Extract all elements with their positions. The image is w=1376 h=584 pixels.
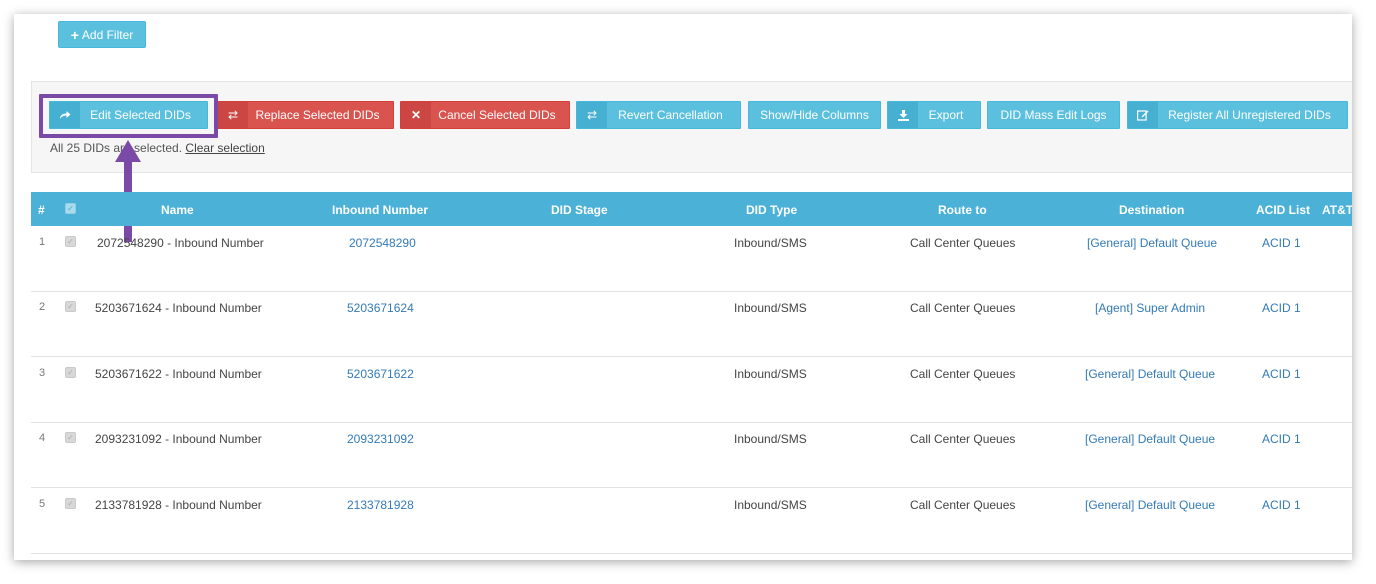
row-name: 5203671624 - Inbound Number <box>95 301 262 315</box>
row-name: 2133781928 - Inbound Number <box>95 498 262 512</box>
table-bottom-divider <box>31 553 1352 554</box>
row-inbound-number-link[interactable]: 5203671624 <box>347 301 414 315</box>
col-header-destination: Destination <box>1119 203 1185 217</box>
row-checkbox[interactable]: ✓ <box>65 301 76 312</box>
row-checkbox[interactable]: ✓ <box>65 432 76 443</box>
app-frame: + Add Filter Edit Selected DIDs ⇄ Replac… <box>14 14 1352 560</box>
retweet-icon: ⇄ <box>577 102 607 128</box>
col-header-inbound-number: Inbound Number <box>332 203 428 217</box>
row-number: 3 <box>39 367 46 379</box>
row-number: 2 <box>39 301 46 313</box>
row-number: 1 <box>39 236 46 248</box>
row-name: 2093231092 - Inbound Number <box>95 432 262 446</box>
add-filter-button[interactable]: + Add Filter <box>58 21 146 48</box>
selection-info: All 25 DIDs are selected. Clear selectio… <box>50 141 265 155</box>
row-acid-link[interactable]: ACID 1 <box>1262 236 1301 250</box>
cancel-selected-dids-label: Cancel Selected DIDs <box>438 108 556 122</box>
row-route-to: Call Center Queues <box>910 498 1016 512</box>
select-all-checkbox[interactable]: ✓ <box>65 203 76 214</box>
plus-icon: + <box>70 26 79 43</box>
table-header: # ✓ Name Inbound Number DID Stage DID Ty… <box>31 192 1352 226</box>
cancel-selected-dids-button[interactable]: ✕ Cancel Selected DIDs <box>400 101 570 129</box>
row-did-type: Inbound/SMS <box>734 498 807 512</box>
col-header-route-to: Route to <box>938 203 987 217</box>
export-label: Export <box>928 108 964 122</box>
download-icon <box>888 102 918 128</box>
col-header-acid-list: ACID List <box>1256 203 1310 217</box>
retweet-icon: ⇄ <box>218 102 248 128</box>
row-did-type: Inbound/SMS <box>734 301 807 315</box>
row-did-type: Inbound/SMS <box>734 432 807 446</box>
table-row[interactable]: 5 ✓ 2133781928 - Inbound Number 21337819… <box>31 488 1352 554</box>
close-icon: ✕ <box>401 102 431 128</box>
row-did-type: Inbound/SMS <box>734 367 807 381</box>
row-destination-link[interactable]: [General] Default Queue <box>1085 498 1215 512</box>
col-header-did-type: DID Type <box>746 203 798 217</box>
register-unregistered-dids-button[interactable]: Register All Unregistered DIDs <box>1127 101 1348 129</box>
col-header-did-stage: DID Stage <box>551 203 608 217</box>
row-checkbox[interactable]: ✓ <box>65 367 76 378</box>
row-inbound-number-link[interactable]: 2072548290 <box>349 236 416 250</box>
show-hide-columns-button[interactable]: Show/Hide Columns <box>748 101 881 129</box>
table-row[interactable]: 3 ✓ 5203671622 - Inbound Number 52036716… <box>31 357 1352 423</box>
row-acid-link[interactable]: ACID 1 <box>1262 432 1301 446</box>
row-inbound-number-link[interactable]: 5203671622 <box>347 367 414 381</box>
row-checkbox[interactable]: ✓ <box>65 236 76 247</box>
table-row[interactable]: 2 ✓ 5203671624 - Inbound Number 52036716… <box>31 291 1352 357</box>
row-number: 5 <box>39 498 46 510</box>
row-destination-link[interactable]: [General] Default Queue <box>1085 432 1215 446</box>
register-unregistered-dids-label: Register All Unregistered DIDs <box>1168 108 1331 122</box>
edit-icon <box>1128 102 1158 128</box>
row-acid-link[interactable]: ACID 1 <box>1262 367 1301 381</box>
row-route-to: Call Center Queues <box>910 432 1016 446</box>
row-destination-link[interactable]: [Agent] Super Admin <box>1095 301 1205 315</box>
row-acid-link[interactable]: ACID 1 <box>1262 498 1301 512</box>
row-checkbox[interactable]: ✓ <box>65 498 76 509</box>
export-button[interactable]: Export <box>887 101 981 129</box>
add-filter-label: Add Filter <box>81 27 134 42</box>
highlight-box <box>39 94 218 138</box>
row-inbound-number-link[interactable]: 2093231092 <box>347 432 414 446</box>
revert-cancellation-button[interactable]: ⇄ Revert Cancellation <box>576 101 741 129</box>
did-mass-edit-logs-label: DID Mass Edit Logs <box>1000 108 1107 122</box>
row-number: 4 <box>39 432 46 444</box>
row-inbound-number-link[interactable]: 2133781928 <box>347 498 414 512</box>
row-route-to: Call Center Queues <box>910 367 1016 381</box>
replace-selected-dids-button[interactable]: ⇄ Replace Selected DIDs <box>217 101 394 129</box>
replace-selected-dids-label: Replace Selected DIDs <box>255 108 380 122</box>
show-hide-columns-label: Show/Hide Columns <box>760 108 869 122</box>
col-header-number: # <box>38 203 45 217</box>
table-row[interactable]: 4 ✓ 2093231092 - Inbound Number 20932310… <box>31 422 1352 488</box>
row-destination-link[interactable]: [General] Default Queue <box>1087 236 1217 250</box>
row-destination-link[interactable]: [General] Default Queue <box>1085 367 1215 381</box>
row-acid-link[interactable]: ACID 1 <box>1262 301 1301 315</box>
row-did-type: Inbound/SMS <box>734 236 807 250</box>
table-row[interactable]: 1 ✓ 2072548290 - Inbound Number 20725482… <box>31 226 1352 292</box>
clear-selection-link[interactable]: Clear selection <box>185 141 264 155</box>
revert-cancellation-label: Revert Cancellation <box>618 108 723 122</box>
row-route-to: Call Center Queues <box>910 236 1016 250</box>
col-header-name: Name <box>161 203 194 217</box>
row-name: 2072548290 - Inbound Number <box>97 236 264 250</box>
col-header-att: AT&T <box>1322 203 1352 217</box>
did-mass-edit-logs-button[interactable]: DID Mass Edit Logs <box>987 101 1120 129</box>
row-route-to: Call Center Queues <box>910 301 1016 315</box>
row-name: 5203671622 - Inbound Number <box>95 367 262 381</box>
